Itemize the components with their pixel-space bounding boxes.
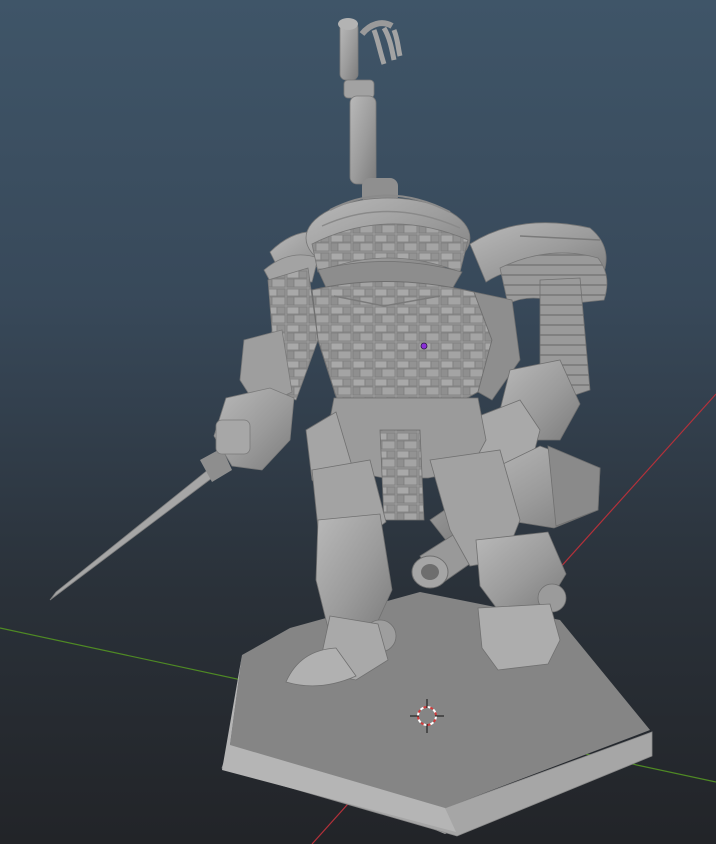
head-dome[interactable] (305, 194, 471, 297)
right-shoulder (469, 222, 608, 305)
object-origin-icon[interactable] (420, 342, 428, 350)
left-leg (285, 513, 397, 687)
viewport-scene (0, 18, 716, 844)
left-arm (213, 267, 319, 471)
sword[interactable] (49, 448, 232, 601)
model-base[interactable] (221, 592, 653, 837)
antenna (338, 18, 403, 204)
3d-viewport[interactable] (0, 0, 716, 844)
